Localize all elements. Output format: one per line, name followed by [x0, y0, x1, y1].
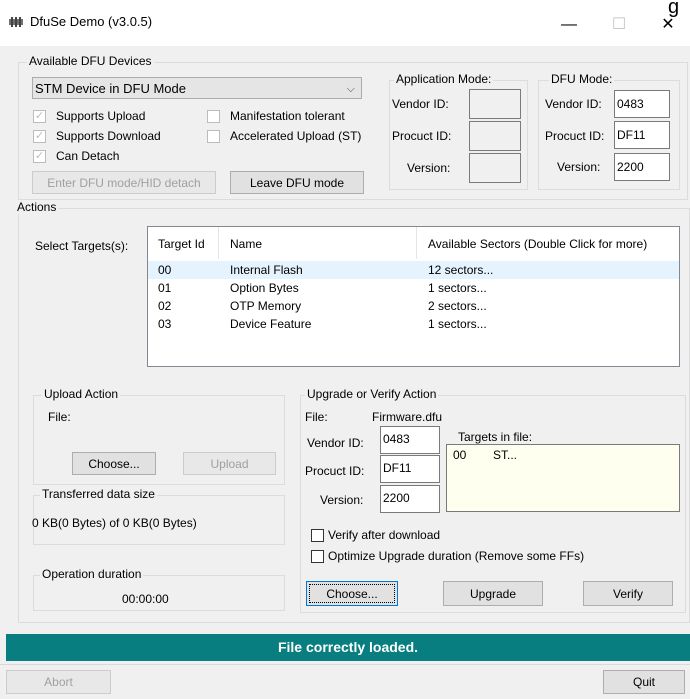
- upgrade-vendor-id-label: Vendor ID:: [307, 436, 364, 450]
- upgrade-button[interactable]: Upgrade: [443, 581, 543, 606]
- column-divider: [416, 227, 417, 259]
- leave-dfu-mode-button[interactable]: Leave DFU mode: [230, 171, 364, 194]
- verify-button[interactable]: Verify: [583, 581, 673, 606]
- targets-in-file-label: Targets in file:: [458, 430, 533, 444]
- title-bar: DfuSe Demo (v3.0.5) g — ☐ ✕: [0, 0, 690, 46]
- upgrade-vendor-id-field: 0483: [380, 426, 440, 454]
- upgrade-file-value: Firmware.dfu: [372, 410, 443, 424]
- supports-download-checkbox[interactable]: ✓: [33, 130, 46, 143]
- supports-upload-label: Supports Upload: [56, 109, 146, 123]
- optimize-upgrade-label: Optimize Upgrade duration (Remove some F…: [328, 549, 585, 563]
- manifestation-tolerant-label: Manifestation tolerant: [230, 109, 345, 123]
- dfu-vendor-id-field: 0483: [614, 90, 670, 118]
- status-bar: File correctly loaded.: [6, 634, 690, 661]
- target-id-cell: 03: [158, 317, 172, 331]
- target-name-cell: OTP Memory: [230, 299, 302, 313]
- app-icon: [9, 17, 23, 27]
- dfu-vendor-id-label: Vendor ID:: [545, 97, 602, 111]
- dfu-product-id-field: DF11: [614, 121, 670, 149]
- app-version-label: Version:: [407, 161, 451, 175]
- footer-divider: [0, 664, 690, 665]
- supports-upload-checkbox[interactable]: ✓: [33, 110, 46, 123]
- available-dfu-devices-label: Available DFU Devices: [27, 54, 154, 68]
- abort-button[interactable]: Abort: [6, 670, 111, 694]
- column-header-sectors[interactable]: Available Sectors (Double Click for more…: [428, 237, 647, 251]
- column-header-target-id[interactable]: Target Id: [158, 237, 205, 251]
- target-id-cell: 01: [158, 281, 172, 295]
- supports-download-label: Supports Download: [56, 129, 161, 143]
- transferred-data-value: 0 KB(0 Bytes) of 0 KB(0 Bytes): [32, 516, 197, 530]
- actions-label: Actions: [15, 200, 59, 214]
- operation-duration-value: 00:00:00: [122, 592, 169, 606]
- target-id-cell: 00: [158, 263, 172, 277]
- upgrade-verify-label: Upgrade or Verify Action: [305, 387, 439, 401]
- target-sectors-cell: 1 sectors...: [428, 317, 487, 331]
- app-vendor-id-field: [469, 89, 521, 119]
- dfuse-window: DfuSe Demo (v3.0.5) g — ☐ ✕ Available DF…: [0, 0, 690, 699]
- dfu-version-label: Version:: [557, 160, 601, 174]
- table-row[interactable]: 02 OTP Memory 2 sectors...: [148, 297, 679, 315]
- upload-action-label: Upload Action: [42, 387, 121, 401]
- target-id-cell: 02: [158, 299, 172, 313]
- optimize-upgrade-checkbox[interactable]: [311, 550, 324, 563]
- dfu-product-id-label: Procuct ID:: [545, 129, 605, 143]
- app-product-id-field: [469, 121, 521, 151]
- target-name-cell: Option Bytes: [230, 281, 299, 295]
- target-list-header: Target Id Name Available Sectors (Double…: [148, 235, 679, 253]
- upgrade-version-label: Version:: [320, 493, 364, 507]
- maximize-button[interactable]: ☐: [596, 10, 642, 40]
- upload-choose-button[interactable]: Choose...: [72, 452, 156, 475]
- targets-in-file-list[interactable]: 00 ST...: [446, 444, 680, 512]
- upgrade-file-label: File:: [305, 410, 328, 424]
- accelerated-upload-checkbox[interactable]: [207, 130, 220, 143]
- enter-dfu-mode-button[interactable]: Enter DFU mode/HID detach: [32, 171, 216, 194]
- device-select[interactable]: STM Device in DFU Mode ⌵: [32, 77, 362, 99]
- can-detach-label: Can Detach: [56, 149, 120, 163]
- column-divider: [218, 227, 219, 259]
- target-file-name: ST...: [493, 448, 518, 462]
- upgrade-version-field: 2200: [380, 485, 440, 513]
- transferred-data-label: Transferred data size: [40, 487, 157, 501]
- verify-after-download-checkbox[interactable]: [311, 529, 324, 542]
- target-name-cell: Internal Flash: [230, 263, 303, 277]
- quit-button[interactable]: Quit: [603, 670, 685, 694]
- upgrade-choose-button[interactable]: Choose...: [306, 581, 398, 606]
- can-detach-checkbox[interactable]: ✓: [33, 150, 46, 163]
- application-mode-label: Application Mode:: [394, 72, 494, 86]
- target-file-id: 00: [453, 448, 467, 462]
- dfu-version-field: 2200: [614, 153, 670, 181]
- manifestation-tolerant-checkbox[interactable]: [207, 110, 220, 123]
- app-product-id-label: Procuct ID:: [392, 129, 452, 143]
- target-sectors-cell: 2 sectors...: [428, 299, 487, 313]
- accelerated-upload-label: Accelerated Upload (ST): [230, 129, 362, 143]
- column-header-name[interactable]: Name: [230, 237, 262, 251]
- target-sectors-cell: 1 sectors...: [428, 281, 487, 295]
- chevron-down-icon: ⌵: [346, 83, 355, 95]
- window-title: DfuSe Demo (v3.0.5): [30, 14, 153, 29]
- upgrade-product-id-field: DF11: [380, 455, 440, 483]
- operation-duration-label: Operation duration: [40, 567, 144, 581]
- dfu-mode-label: DFU Mode:: [549, 72, 615, 86]
- target-name-cell: Device Feature: [230, 317, 312, 331]
- table-row[interactable]: 01 Option Bytes 1 sectors...: [148, 279, 679, 297]
- app-version-field: [469, 153, 521, 183]
- upload-file-label: File:: [48, 410, 71, 424]
- target-sectors-cell: 12 sectors...: [428, 263, 494, 277]
- verify-after-download-label: Verify after download: [328, 528, 441, 542]
- select-targets-label: Select Targets(s):: [35, 239, 129, 253]
- table-row[interactable]: 03 Device Feature 1 sectors...: [148, 315, 679, 333]
- minimize-button[interactable]: —: [546, 10, 592, 40]
- upload-button[interactable]: Upload: [183, 452, 276, 475]
- table-row[interactable]: 00 Internal Flash 12 sectors...: [148, 261, 679, 279]
- app-vendor-id-label: Vendor ID:: [392, 97, 449, 111]
- target-list[interactable]: Target Id Name Available Sectors (Double…: [147, 226, 680, 367]
- close-button[interactable]: ✕: [645, 10, 690, 40]
- upgrade-product-id-label: Procuct ID:: [305, 464, 365, 478]
- device-select-value: STM Device in DFU Mode: [35, 81, 186, 96]
